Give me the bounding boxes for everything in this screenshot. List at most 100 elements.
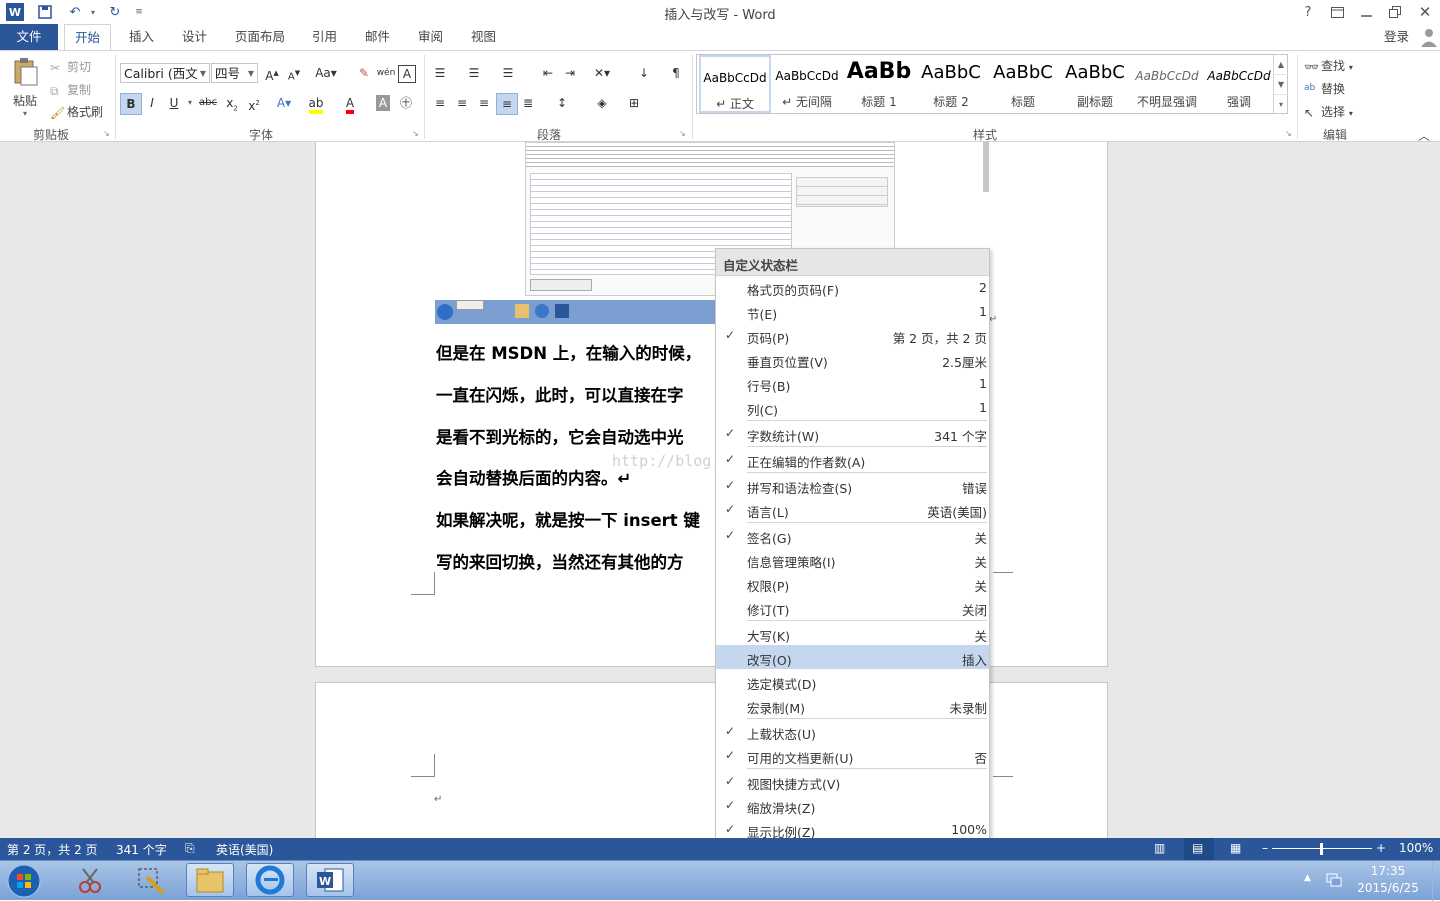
styles-scroll[interactable]: ▲ ▼ ▾ [1273,55,1288,113]
justify-icon[interactable]: ≡ [496,93,518,115]
restore-icon[interactable] [1380,0,1410,24]
font-name-combo[interactable]: Calibri (西文 ▼ [120,63,210,83]
bullets-icon[interactable]: ☰ [430,63,450,83]
language-indicator[interactable]: 英语(美国) [216,841,273,858]
styles-up-icon[interactable]: ▲ [1274,55,1288,75]
menu-item[interactable]: 信息管理策略(I) 关 [716,547,989,571]
style-title[interactable]: AaBbC 标题 [987,55,1059,113]
menu-item[interactable]: 选定模式(D) [716,669,989,693]
style-heading1[interactable]: AaBb 标题 1 [843,55,915,113]
zoom-level[interactable]: 100% [1399,841,1433,855]
doc-line-3[interactable]: 是看不到光标的，它会自动选中光 [436,424,684,448]
read-mode-icon[interactable]: ▥ [1154,841,1165,855]
menu-item[interactable]: ✓ 可用的文档更新(U) 否 [716,743,989,767]
login-link[interactable]: 登录 [1374,24,1419,50]
menu-item[interactable]: 行号(B) 1 [716,371,989,395]
menu-item[interactable]: ✓ 签名(G) 关 [716,523,989,547]
decrease-indent-icon[interactable]: ⇤ [538,63,558,83]
tab-layout[interactable]: 页面布局 [225,24,295,50]
enclose-char-icon[interactable]: ㊉ [396,93,416,113]
doc-line-6[interactable]: 写的来回切换，当然还有其他的方 [436,549,684,573]
tab-view[interactable]: 视图 [461,24,506,50]
menu-item[interactable]: 改写(O) 插入 [716,645,989,669]
clock-date[interactable]: 2015/6/25 [1354,881,1422,895]
menu-item[interactable]: ✓ 字数统计(W) 341 个字 [716,421,989,445]
doc-line-5[interactable]: 如果解决呢，就是按一下 insert 键 [436,507,700,531]
text-effects-icon[interactable]: A▾ [274,93,294,113]
tab-references[interactable]: 引用 [302,24,347,50]
zoom-in-icon[interactable]: + [1376,841,1386,855]
menu-item[interactable]: ✓ 缩放滑块(Z) [716,793,989,817]
chinese-layout-icon[interactable]: ✕▾ [592,63,612,83]
superscript-button[interactable]: x2 [244,93,264,113]
replace-button[interactable]: ab 替换 [1304,80,1345,97]
increase-indent-icon[interactable]: ⇥ [560,63,580,83]
show-desktop-button[interactable] [1432,861,1440,901]
tab-insert[interactable]: 插入 [119,24,164,50]
align-left-icon[interactable]: ≡ [430,93,450,113]
clipboard-launcher-icon[interactable]: ↘ [103,129,110,138]
tab-file[interactable]: 文件 [0,24,58,50]
taskbar-word-icon[interactable]: W [306,863,354,897]
styles-more-icon[interactable]: ▾ [1274,95,1288,114]
char-border-icon[interactable]: A [398,65,416,83]
line-spacing-icon[interactable]: ↕ [552,93,572,113]
menu-item[interactable]: ✓ 页码(P) 第 2 页，共 2 页 [716,323,989,347]
multilevel-list-icon[interactable]: ☰ [498,63,518,83]
taskbar-tools-icon[interactable] [126,863,174,897]
style-subtle-emphasis[interactable]: AaBbCcDd 不明显强调 [1131,55,1203,113]
page-count[interactable]: 第 2 页，共 2 页 [7,841,98,858]
underline-dropdown-icon[interactable]: ▾ [180,93,200,113]
clear-format-icon[interactable]: ✎ [354,63,374,83]
borders-icon[interactable]: ⊞ [624,93,644,113]
vertical-scrollbar-thumb[interactable] [983,142,989,192]
find-button[interactable]: 👓 查找 ▾ [1304,57,1353,74]
shrink-font-icon[interactable]: A▼ [284,63,304,83]
show-marks-icon[interactable]: ¶ [666,63,686,83]
ribbon-display-icon[interactable] [1322,0,1352,24]
menu-item[interactable]: ✓ 语言(L) 英语(美国) [716,497,989,521]
cut-button[interactable]: ✂ 剪切 [50,58,91,75]
doc-line-1[interactable]: 但是在 MSDN 上，在输入的时候， [436,340,701,364]
grow-font-icon[interactable]: A▲ [262,63,282,83]
doc-line-2[interactable]: 一直在闪烁，此时，可以直接在字 [436,382,684,406]
menu-item[interactable]: 大写(K) 关 [716,621,989,645]
style-normal[interactable]: AaBbCcDd ↵ 正文 [699,55,771,113]
align-center-icon[interactable]: ≡ [452,93,472,113]
styles-launcher-icon[interactable]: ↘ [1285,129,1292,138]
highlight-color-icon[interactable]: ab [306,93,326,114]
font-size-combo[interactable]: 四号 ▼ [211,63,258,83]
distribute-icon[interactable]: ≣ [518,93,538,113]
align-right-icon[interactable]: ≡ [474,93,494,113]
word-count[interactable]: 341 个字 [116,841,167,858]
styles-down-icon[interactable]: ▼ [1274,75,1288,95]
char-shading-icon[interactable]: A [376,95,390,111]
menu-item[interactable]: 修订(T) 关闭 [716,595,989,619]
menu-item[interactable]: 列(C) 1 [716,395,989,419]
zoom-slider-thumb[interactable] [1320,843,1323,855]
strikethrough-button[interactable]: abc [198,93,218,113]
sort-icon[interactable]: ↓ [634,63,654,83]
numbering-icon[interactable]: ☰ [464,63,484,83]
tab-home[interactable]: 开始 [64,24,112,51]
select-button[interactable]: ↖ 选择 ▾ [1304,103,1353,120]
style-subtitle[interactable]: AaBbC 副标题 [1059,55,1131,113]
minimize-icon[interactable] [1351,0,1381,24]
phonetic-guide-icon[interactable]: wén [376,63,396,83]
zoom-out-icon[interactable]: – [1262,841,1268,855]
subscript-button[interactable]: x2 [222,93,242,113]
menu-item[interactable]: ✓ 正在编辑的作者数(A) [716,447,989,471]
style-heading2[interactable]: AaBbC 标题 2 [915,55,987,113]
paragraph-launcher-icon[interactable]: ↘ [679,129,686,138]
print-layout-icon[interactable]: ▤ [1192,841,1203,855]
font-color-icon[interactable]: A [340,93,360,114]
web-layout-icon[interactable]: ▦ [1230,841,1241,855]
italic-button[interactable]: I [142,93,162,113]
menu-item[interactable]: 节(E) 1 [716,299,989,323]
menu-item[interactable]: 格式页的页码(F) 2 [716,275,989,299]
bold-button[interactable]: B [120,93,142,115]
taskbar-ie-icon[interactable] [246,863,294,897]
proofing-icon[interactable]: ⎘ [185,841,195,856]
clock-time[interactable]: 17:35 [1358,864,1418,878]
style-emphasis[interactable]: AaBbCcDd 强调 [1203,55,1275,113]
